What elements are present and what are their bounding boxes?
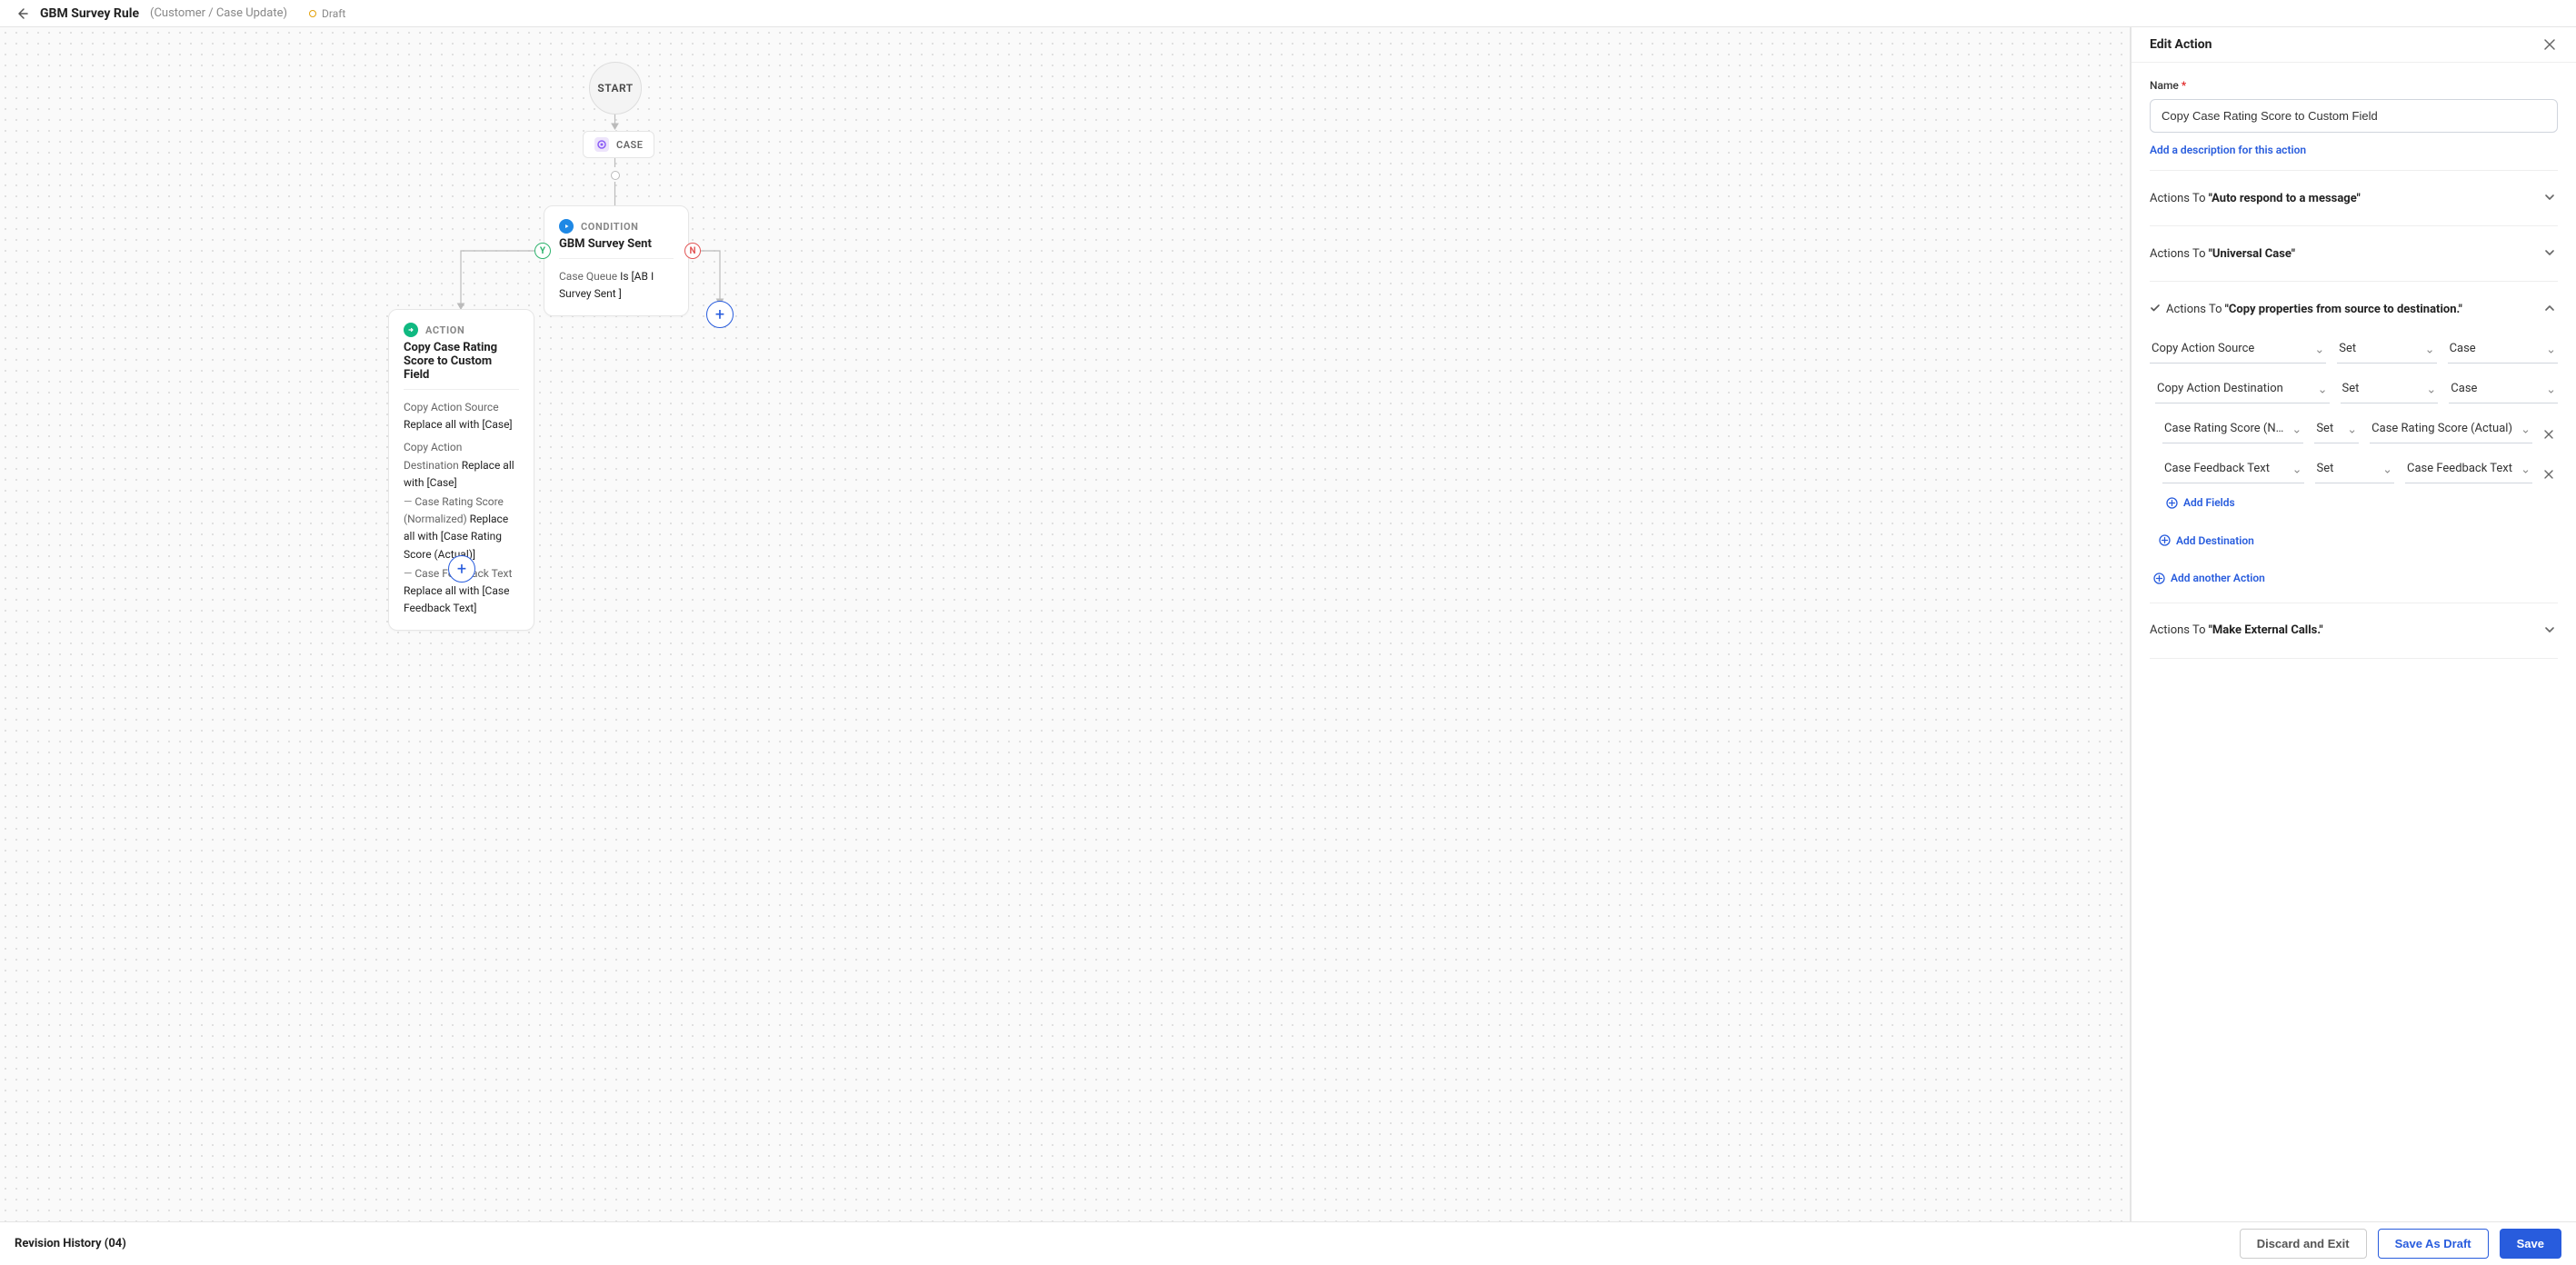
case-pill-label: CASE <box>616 139 643 151</box>
cond-body-gray: Case Queue <box>559 270 617 283</box>
plus-circle-icon <box>2153 573 2165 584</box>
action-node[interactable]: ACTION Copy Case Rating Score to Custom … <box>388 309 534 631</box>
map-dst-1-select[interactable]: Case Rating Score (Actual)⌄ <box>2370 416 2532 443</box>
name-label-text: Name <box>2150 79 2179 92</box>
acc-prefix: Actions To <box>2150 247 2209 261</box>
edit-action-panel: Edit Action Name * Add a description for… <box>2131 27 2576 1221</box>
page-title: GBM Survey Rule <box>40 6 139 21</box>
act-l2-g: Copy Action Destination <box>404 441 462 471</box>
source-field-select[interactable]: Copy Action Source⌄ <box>2150 336 2326 364</box>
branch-yes-icon: Y <box>534 243 551 259</box>
acc1-title: "Auto respond to a message" <box>2209 192 2361 205</box>
acc-prefix: Actions To <box>2150 623 2209 637</box>
app-header: GBM Survey Rule (Customer / Case Update)… <box>0 0 2576 27</box>
accordion-copy-properties[interactable]: Actions To "Copy properties from source … <box>2150 282 2558 336</box>
add-no-branch-button[interactable]: + <box>706 301 734 328</box>
save-draft-button[interactable]: Save As Draft <box>2378 1229 2489 1259</box>
case-trigger-node[interactable]: CASE <box>583 131 654 158</box>
map-dst-2-select[interactable]: Case Feedback Text⌄ <box>2405 456 2532 483</box>
acc-prefix: Actions To <box>2150 192 2209 205</box>
condition-title: GBM Survey Sent <box>559 237 674 251</box>
panel-body: Name * Add a description for this action… <box>2132 63 2576 1221</box>
start-node[interactable]: START <box>589 62 642 115</box>
chevron-up-icon <box>2543 302 2558 316</box>
add-action-text: Add another Action <box>2171 572 2265 584</box>
accordion-universal-case[interactable]: Actions To "Universal Case" <box>2150 226 2558 281</box>
footer-bar: Revision History (04) Discard and Exit S… <box>0 1221 2576 1265</box>
dest-field-select[interactable]: Copy Action Destination⌄ <box>2155 376 2330 403</box>
branch-no-icon: N <box>684 243 701 259</box>
plus-circle-icon <box>2159 534 2171 546</box>
condition-node[interactable]: CONDITION GBM Survey Sent Case Queue Is … <box>544 205 689 316</box>
dest-op-select[interactable]: Set⌄ <box>2341 376 2439 403</box>
map-src-1-select[interactable]: Case Rating Score (N…⌄ <box>2162 416 2303 443</box>
workflow-canvas[interactable]: START CASE CONDITION GBM Survey Sent <box>0 27 2131 1221</box>
dest-value-select[interactable]: Case⌄ <box>2449 376 2558 403</box>
add-destination-text: Add Destination <box>2176 534 2254 547</box>
check-icon <box>2150 303 2162 315</box>
page-subtitle: (Customer / Case Update) <box>150 6 287 20</box>
case-icon <box>594 137 609 152</box>
chevron-down-icon <box>2543 623 2558 638</box>
map-op-2-select[interactable]: Set⌄ <box>2315 456 2394 483</box>
act-l1-g: Copy Action Source <box>404 401 499 413</box>
required-icon: * <box>2182 79 2186 92</box>
action-title: Copy Case Rating Score to Custom Field <box>404 341 519 382</box>
revision-history-link[interactable]: Revision History (04) <box>15 1237 126 1250</box>
back-arrow-icon[interactable] <box>15 6 29 21</box>
draft-dot-icon <box>309 10 316 17</box>
acc2-title: "Universal Case" <box>2209 247 2295 261</box>
remove-row-icon[interactable] <box>2543 469 2558 483</box>
close-icon[interactable] <box>2541 36 2558 53</box>
accordion-auto-respond[interactable]: Actions To "Auto respond to a message" <box>2150 171 2558 225</box>
add-description-link[interactable]: Add a description for this action <box>2150 144 2306 156</box>
act-l1-b: Replace all with [Case] <box>404 418 513 431</box>
accordion-external-calls[interactable]: Actions To "Make External Calls." <box>2150 603 2558 658</box>
main-row: START CASE CONDITION GBM Survey Sent <box>0 27 2576 1221</box>
add-destination-link[interactable]: Add Destination <box>2159 534 2254 547</box>
branch-dot-icon <box>611 171 620 180</box>
source-op-select[interactable]: Set⌄ <box>2337 336 2436 364</box>
map-op-1-select[interactable]: Set⌄ <box>2314 416 2359 443</box>
acc4-title: "Make External Calls." <box>2209 623 2323 637</box>
acc3-title: "Copy properties from source to destinat… <box>2225 303 2462 316</box>
discard-button[interactable]: Discard and Exit <box>2240 1229 2367 1259</box>
map-src-2-select[interactable]: Case Feedback Text⌄ <box>2162 456 2304 483</box>
source-value-select[interactable]: Case⌄ <box>2448 336 2558 364</box>
status-text: Draft <box>322 7 345 20</box>
save-button[interactable]: Save <box>2500 1229 2561 1259</box>
name-label: Name * <box>2150 79 2558 92</box>
action-name-input[interactable] <box>2150 99 2558 133</box>
condition-icon <box>559 219 574 234</box>
add-fields-link[interactable]: Add Fields <box>2166 496 2235 509</box>
chevron-down-icon <box>2543 191 2558 205</box>
condition-type-label: CONDITION <box>581 221 639 233</box>
add-action-link[interactable]: Add another Action <box>2153 572 2265 584</box>
accordion-copy-body: Copy Action Source⌄ Set⌄ Case⌄ Copy Acti… <box>2150 336 2558 603</box>
act-l4-b: Replace all with [Case Feedback Text] <box>404 584 509 614</box>
acc-prefix: Actions To <box>2166 303 2225 316</box>
status-badge: Draft <box>309 7 345 20</box>
add-fields-text: Add Fields <box>2183 496 2235 509</box>
panel-header: Edit Action <box>2132 27 2576 63</box>
plus-circle-icon <box>2166 497 2178 509</box>
chevron-down-icon <box>2543 246 2558 261</box>
panel-title: Edit Action <box>2150 37 2212 52</box>
action-type-label: ACTION <box>425 324 464 336</box>
add-after-action-button[interactable]: + <box>448 555 475 583</box>
action-icon <box>404 323 418 337</box>
remove-row-icon[interactable] <box>2543 429 2558 443</box>
